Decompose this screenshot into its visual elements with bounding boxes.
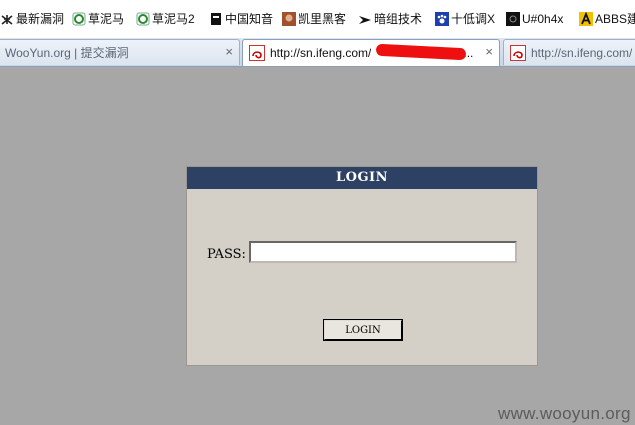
watermark-text: www.wooyun.org xyxy=(498,404,631,423)
black-bird-icon xyxy=(358,12,372,26)
bookmark-label: 中国知音 xyxy=(225,12,274,26)
tab-strip: WooYun.org | 提交漏洞 × http://sn.ifeng.com/… xyxy=(0,38,635,67)
ifeng-favicon-icon xyxy=(510,44,526,61)
yellow-a-icon xyxy=(579,11,593,26)
bookmark-item[interactable]: 中国知音 xyxy=(209,10,273,28)
close-icon[interactable]: × xyxy=(485,45,493,59)
pass-label: PASS: xyxy=(207,247,246,262)
password-input[interactable] xyxy=(249,241,517,263)
tab-wooyun[interactable]: WooYun.org | 提交漏洞 × xyxy=(0,39,240,65)
ifeng-favicon-icon xyxy=(249,45,265,61)
bookmark-item[interactable]: 最新漏洞 xyxy=(0,10,64,28)
green-globe-icon xyxy=(72,12,86,26)
tab-title: http://sn.ifeng.com/ xyxy=(531,45,633,60)
bookmark-item[interactable]: 暗组技术 xyxy=(358,10,422,28)
tab-ifeng-2[interactable]: http://sn.ifeng.com/ xyxy=(503,39,635,65)
bookmark-item[interactable]: U#0h4x xyxy=(506,10,563,28)
avatar-icon xyxy=(282,12,296,26)
bookmark-item[interactable]: ABBS建 xyxy=(579,10,635,28)
bug-icon xyxy=(0,12,14,26)
bookmark-item[interactable]: 十低调X xyxy=(435,10,495,28)
login-header: LOGIN xyxy=(187,167,537,189)
bookmark-item[interactable]: 凯里黑客 xyxy=(282,10,346,28)
bookmark-label: U#0h4x xyxy=(522,12,564,26)
bookmark-label: 草泥马2 xyxy=(152,12,195,26)
tab-title: http://sn.ifeng.com/ xyxy=(270,46,372,60)
close-icon[interactable]: × xyxy=(225,45,233,59)
bookmark-label: ABBS建 xyxy=(595,12,635,26)
bookmark-label: 十低调X xyxy=(451,12,496,26)
black-page-icon xyxy=(209,12,223,26)
paw-icon xyxy=(435,12,449,26)
login-button[interactable]: LOGIN xyxy=(323,319,403,341)
bookmark-label: 草泥马 xyxy=(88,12,125,26)
red-redaction-mark xyxy=(375,43,467,61)
bookmark-item[interactable]: 草泥马2 xyxy=(136,10,195,28)
bookmark-label: 最新漏洞 xyxy=(16,12,65,26)
bookmark-label: 暗组技术 xyxy=(374,12,423,26)
green-globe-icon xyxy=(136,12,150,26)
tab-title: WooYun.org | 提交漏洞 xyxy=(5,46,129,60)
bookmark-item[interactable]: 草泥马 xyxy=(72,10,124,28)
black-square-icon xyxy=(506,12,520,26)
login-dialog: LOGIN PASS: LOGIN xyxy=(186,166,538,366)
bookmark-label: 凯里黑客 xyxy=(298,12,347,26)
bookmarks-toolbar: 最新漏洞 草泥马 草泥马2 中国知音 凯里黑客 暗组技术 十低调X U#0h4x… xyxy=(0,0,635,39)
tab-ifeng-active[interactable]: http://sn.ifeng.com/ ... × xyxy=(242,39,500,66)
